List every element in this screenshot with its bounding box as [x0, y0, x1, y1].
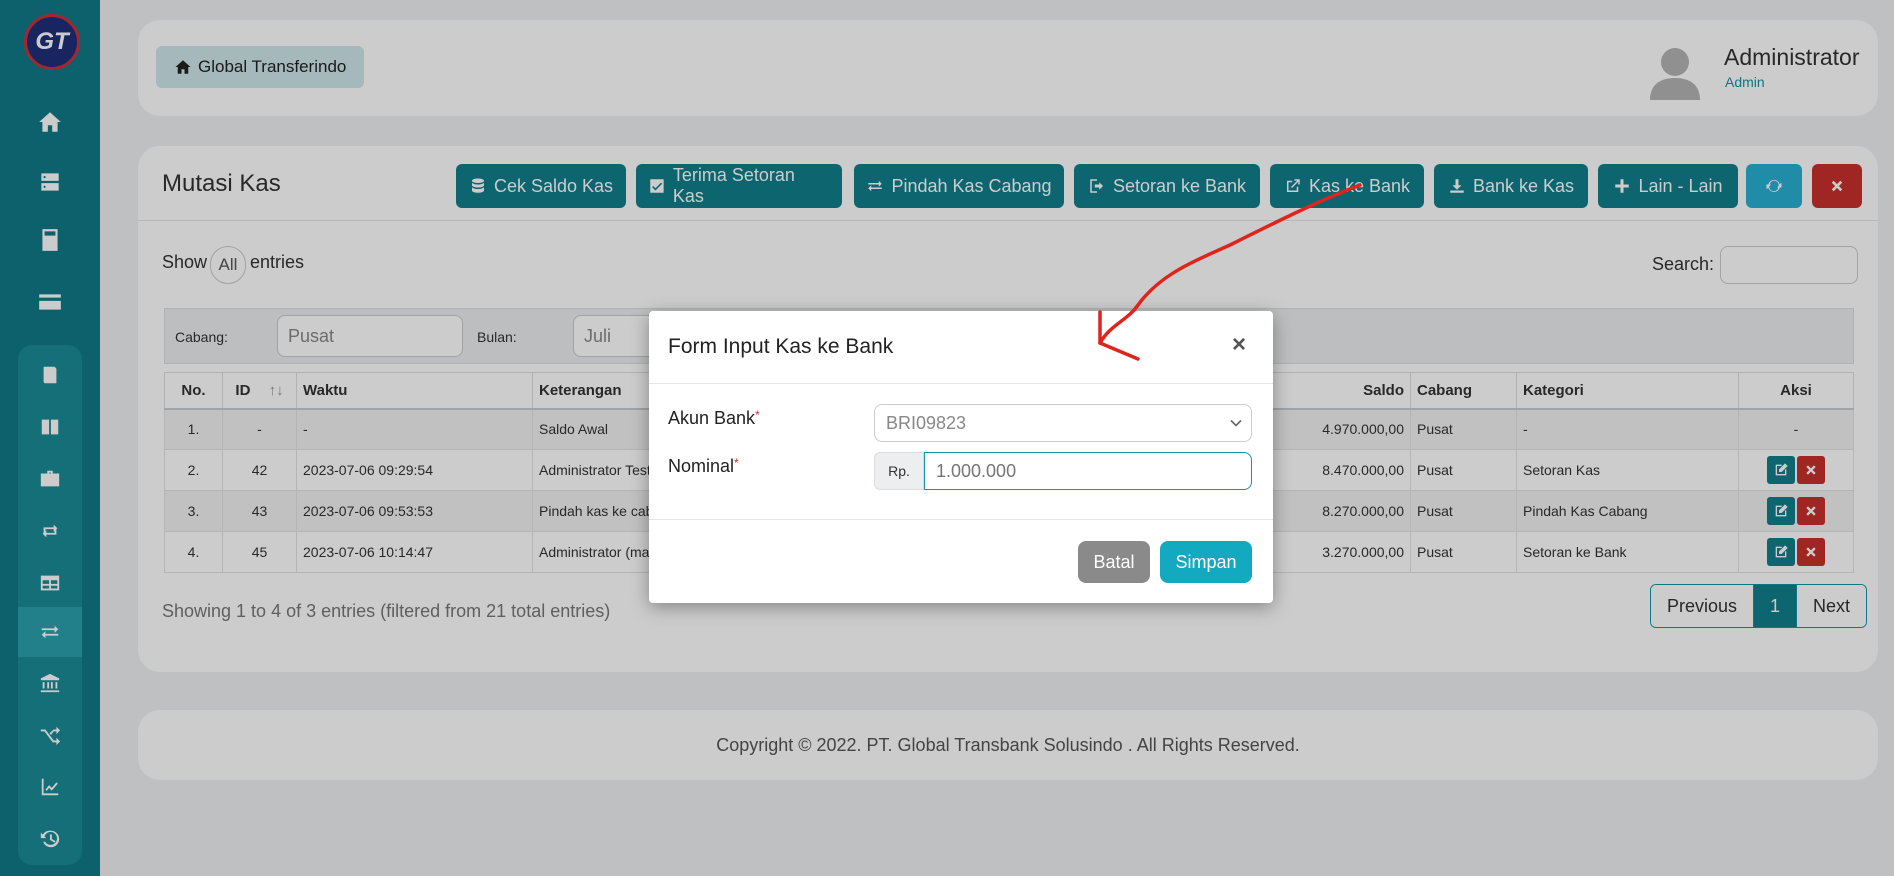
- required-mark: *: [734, 456, 739, 470]
- akun-bank-label: Akun Bank*: [668, 408, 760, 428]
- modal-divider: [649, 383, 1273, 384]
- batal-button[interactable]: Batal: [1078, 541, 1150, 583]
- akun-bank-select[interactable]: BRI09823: [874, 404, 1252, 442]
- nominal-input[interactable]: [924, 452, 1252, 490]
- required-mark: *: [755, 408, 760, 422]
- modal-title: Form Input Kas ke Bank: [668, 335, 894, 358]
- modal-divider: [649, 519, 1273, 520]
- annotation-arrow: [1098, 183, 1362, 361]
- currency-prefix: Rp.: [874, 452, 924, 490]
- simpan-button[interactable]: Simpan: [1160, 541, 1252, 583]
- nominal-label: Nominal*: [668, 456, 739, 476]
- chevron-down-icon: [1230, 419, 1242, 427]
